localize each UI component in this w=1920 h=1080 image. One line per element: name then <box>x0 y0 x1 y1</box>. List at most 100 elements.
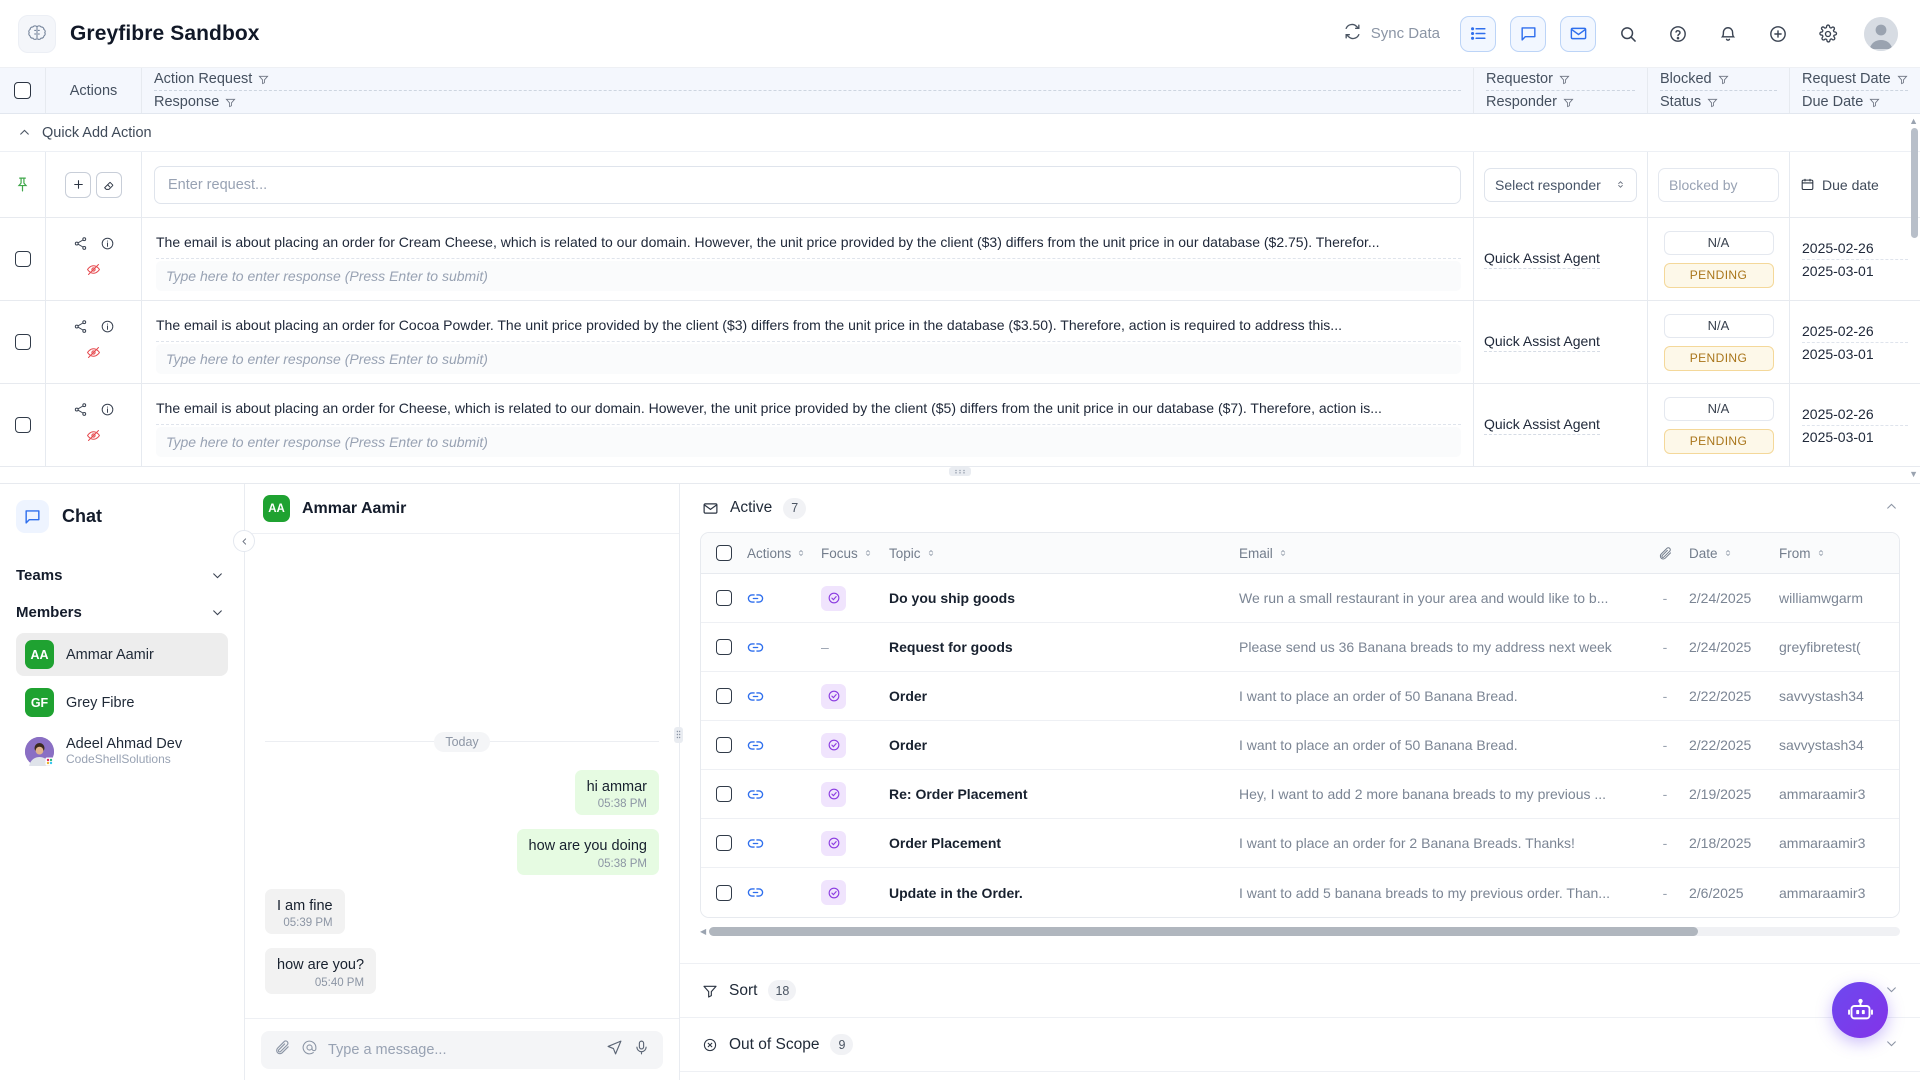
chevron-down-icon[interactable] <box>1885 1037 1898 1053</box>
send-icon[interactable] <box>606 1039 623 1061</box>
table-row[interactable]: Update in the Order. I want to add 5 ban… <box>701 868 1899 917</box>
status-badge[interactable]: PENDING <box>1663 262 1774 288</box>
quick-add-due-date-picker[interactable]: Due date <box>1790 152 1920 217</box>
email-grid-hscrollbar[interactable]: ◀ <box>700 925 1900 937</box>
blocked-value[interactable]: N/A <box>1663 313 1774 338</box>
focus-check-icon[interactable] <box>821 683 846 709</box>
at-icon[interactable] <box>301 1039 318 1061</box>
status-badge[interactable]: PENDING <box>1663 345 1774 371</box>
clear-row-button[interactable] <box>96 171 122 198</box>
member-item-grey-fibre[interactable]: GF Grey Fibre <box>16 681 228 724</box>
link-icon[interactable] <box>747 786 764 803</box>
blocked-value[interactable]: N/A <box>1663 230 1774 255</box>
info-icon[interactable] <box>100 319 115 339</box>
select-responder-dropdown[interactable]: Select responder <box>1484 167 1637 202</box>
row-checkbox[interactable] <box>716 884 732 901</box>
quick-add-action-toggle[interactable]: Quick Add Action <box>0 114 1920 152</box>
microphone-icon[interactable] <box>633 1039 650 1061</box>
table-row[interactable]: – Request for goods Please send us 36 Ba… <box>701 623 1899 672</box>
paperclip-icon[interactable] <box>274 1039 291 1061</box>
conversation-resize-handle[interactable] <box>674 727 683 743</box>
table-row[interactable]: The email is about placing an order for … <box>0 301 1920 384</box>
collapse-sidebar-button[interactable] <box>233 530 255 552</box>
requestor-header[interactable]: Requestor <box>1486 68 1635 90</box>
responder-header[interactable]: Responder <box>1486 91 1635 113</box>
sync-data-button[interactable]: Sync Data <box>1337 18 1446 49</box>
info-icon[interactable] <box>100 402 115 422</box>
link-icon[interactable] <box>747 639 764 656</box>
scrollbar-thumb[interactable] <box>1911 128 1918 238</box>
link-icon[interactable] <box>747 590 764 607</box>
response-input[interactable]: Type here to enter response (Press Enter… <box>156 426 1461 457</box>
pane-resize-handle[interactable] <box>949 467 971 476</box>
link-icon[interactable] <box>747 688 764 705</box>
row-checkbox[interactable] <box>716 835 732 851</box>
focus-check-icon[interactable] <box>821 880 846 905</box>
action-request-header[interactable]: Action Request <box>154 68 1461 90</box>
share-icon[interactable] <box>73 319 88 339</box>
response-header[interactable]: Response <box>154 91 1461 113</box>
ai-assistant-fab[interactable] <box>1832 982 1888 1038</box>
add-button[interactable] <box>1760 16 1796 52</box>
member-item-adeel-ahmad-dev[interactable]: Adeel Ahmad Dev CodeShellSolutions <box>16 729 228 773</box>
mail-view-button[interactable] <box>1560 15 1596 52</box>
active-section-header[interactable]: Active 7 <box>680 484 1920 532</box>
message-bubble-outgoing[interactable]: hi ammar 05:38 PM <box>574 769 659 816</box>
focus-check-icon[interactable] <box>821 732 846 758</box>
chevron-up-icon[interactable] <box>1885 500 1898 516</box>
table-row[interactable]: The email is about placing an order for … <box>0 218 1920 301</box>
hide-icon[interactable] <box>86 345 101 365</box>
select-all-checkbox[interactable] <box>14 82 31 99</box>
status-badge[interactable]: PENDING <box>1663 428 1774 454</box>
row-checkbox[interactable] <box>716 786 732 802</box>
table-row[interactable]: Order I want to place an order of 50 Ban… <box>701 672 1899 721</box>
focus-check-icon[interactable] <box>821 585 846 611</box>
teams-section-toggle[interactable]: Teams <box>16 559 228 592</box>
table-row[interactable]: Re: Order Placement Hey, I want to add 2… <box>701 770 1899 819</box>
grid-topic-header[interactable]: Topic <box>889 546 1239 561</box>
grid-select-all-checkbox[interactable] <box>716 545 732 561</box>
row-checkbox[interactable] <box>14 251 31 267</box>
scroll-down-arrow[interactable]: ▼ <box>1909 469 1918 479</box>
link-icon[interactable] <box>747 737 764 754</box>
scroll-left-arrow[interactable]: ◀ <box>700 927 706 936</box>
chat-view-button[interactable] <box>1510 15 1546 52</box>
grid-actions-header[interactable]: Actions <box>747 546 821 561</box>
hscrollbar-thumb[interactable] <box>709 926 1698 936</box>
user-avatar[interactable] <box>1864 16 1898 51</box>
share-icon[interactable] <box>73 402 88 422</box>
response-input[interactable]: Type here to enter response (Press Enter… <box>156 260 1461 291</box>
grid-from-header[interactable]: From <box>1779 546 1899 561</box>
table-row[interactable]: Order Placement I want to place an order… <box>701 819 1899 868</box>
message-input[interactable]: Type a message... <box>328 1042 596 1058</box>
blocked-header[interactable]: Blocked <box>1660 68 1777 90</box>
info-icon[interactable] <box>100 236 115 256</box>
focus-check-icon[interactable] <box>821 781 846 807</box>
message-bubble-incoming[interactable]: how are you? 05:40 PM <box>265 948 377 994</box>
share-icon[interactable] <box>73 236 88 256</box>
response-input[interactable]: Type here to enter response (Press Enter… <box>156 343 1461 374</box>
grid-focus-header[interactable]: Focus <box>821 546 889 561</box>
status-header[interactable]: Status <box>1660 91 1777 113</box>
blocked-by-input[interactable]: Blocked by <box>1658 167 1779 202</box>
row-checkbox[interactable] <box>14 417 31 433</box>
notifications-button[interactable] <box>1710 16 1746 52</box>
message-bubble-incoming[interactable]: I am fine 05:39 PM <box>265 888 345 935</box>
scroll-up-arrow[interactable]: ▲ <box>1909 116 1918 126</box>
grid-email-header[interactable]: Email <box>1239 546 1641 561</box>
due-date-header[interactable]: Due Date <box>1802 91 1908 113</box>
help-button[interactable] <box>1660 16 1696 52</box>
table-row[interactable]: The email is about placing an order for … <box>0 384 1920 467</box>
member-item-ammar-aamir[interactable]: AA Ammar Aamir <box>16 633 228 676</box>
message-bubble-outgoing[interactable]: how are you doing 05:38 PM <box>516 829 659 875</box>
chevron-down-icon[interactable] <box>1885 983 1898 999</box>
row-checkbox[interactable] <box>716 639 732 655</box>
focus-check-icon[interactable] <box>821 830 846 856</box>
request-date-header[interactable]: Request Date <box>1802 68 1908 90</box>
hide-icon[interactable] <box>86 428 101 448</box>
row-checkbox[interactable] <box>716 688 732 704</box>
row-checkbox[interactable] <box>14 334 31 350</box>
link-icon[interactable] <box>747 884 764 901</box>
out-of-scope-section-header[interactable]: Out of Scope 9 <box>680 1018 1920 1072</box>
members-section-toggle[interactable]: Members <box>16 596 228 629</box>
